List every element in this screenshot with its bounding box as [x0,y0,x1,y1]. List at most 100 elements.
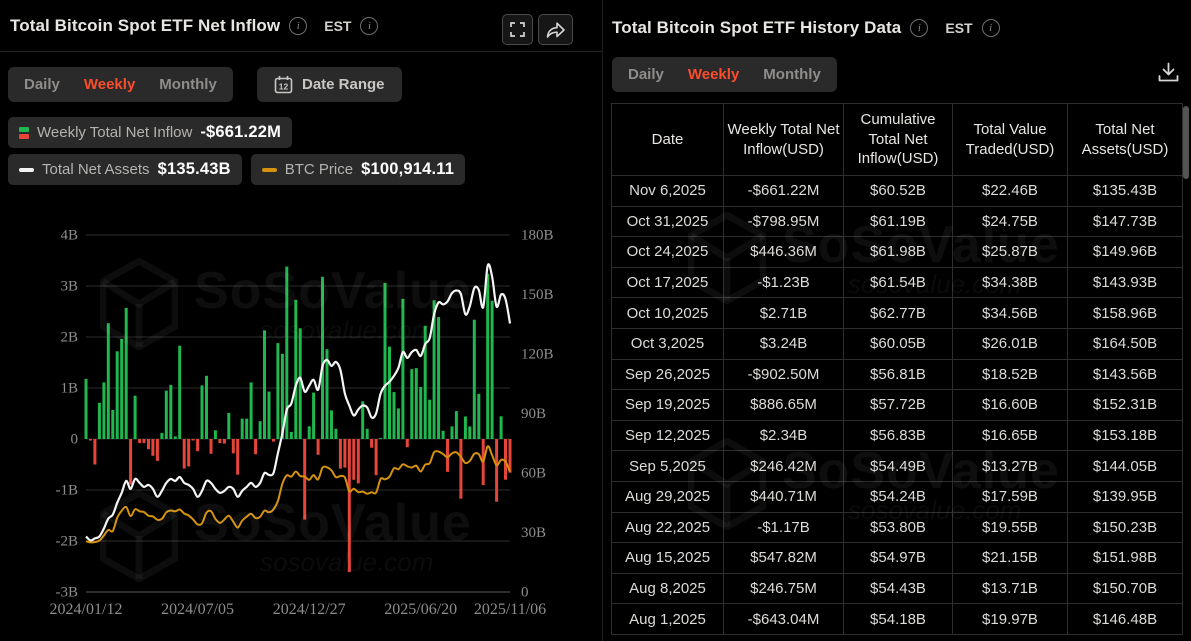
cell-date: Aug 29,2025 [611,480,724,513]
table-row: Oct 31,2025 -$798.95M $61.19B $24.75B $147.7… [611,205,1183,238]
history-title: Total Bitcoin Spot ETF History Data [612,18,902,37]
inflow-bar [138,439,142,444]
legend-btc[interactable]: BTC Price $100,914.11 [250,154,466,185]
cell-date: Oct 31,2025 [611,205,724,238]
cell-cumulative: $57.72B [843,389,953,421]
inflow-bar [182,439,186,469]
cell-traded: $19.97B [952,603,1068,635]
inflow-bar [111,409,115,439]
cell-inflow: $2.34B [723,419,844,452]
inflow-bar [187,439,191,467]
assets-swatch-icon [19,167,34,172]
cell-date: Oct 3,2025 [611,327,724,360]
cell-date: Sep 26,2025 [611,358,724,391]
inflow-bar [129,439,133,485]
share-icon [546,21,565,38]
cell-cumulative: $56.81B [843,358,953,391]
table-row: Oct 24,2025 $446.36M $61.98B $25.87B $149.96… [611,236,1183,268]
table-scrollbar-thumb[interactable] [1183,106,1189,179]
cell-date: Aug 8,2025 [611,572,724,605]
inflow-bar [120,339,124,439]
info-icon[interactable]: i [981,19,1000,37]
x-axis-label: 2024/07/05 [161,601,234,618]
inflow-bar [124,307,128,439]
inflow-bar [240,418,244,439]
table-row: Aug 15,2025 $547.82M $54.97B $21.15B $151.98… [611,542,1183,574]
right-axis-label: 90B [521,406,546,422]
col-date: Date [611,103,724,176]
table-row: Aug 1,2025 -$643.04M $54.18B $19.97B $146.48… [611,603,1183,635]
inflow-bar [267,391,271,439]
y-axis-label: 4B [60,227,78,243]
svg-text:12: 12 [279,82,289,92]
table-row: Sep 26,2025 -$902.50M $56.81B $18.52B $143.5… [611,358,1183,391]
cell-inflow: $547.82M [723,542,844,574]
cell-cumulative: $61.19B [843,205,953,238]
right-axis-label: 30B [521,525,546,541]
cell-assets: $144.05B [1067,450,1183,482]
inflow-bar [321,276,324,439]
inflow-bar [294,299,298,439]
cell-cumulative: $61.54B [843,266,953,299]
cell-traded: $19.55B [952,511,1068,544]
info-icon[interactable]: i [289,17,308,35]
cell-date: Oct 10,2025 [611,297,724,329]
inflow-bar [218,439,222,444]
tab-daily[interactable]: Daily [24,76,60,93]
inflow-bar [454,411,458,439]
download-button[interactable] [1157,61,1180,84]
history-table: Date Weekly Total Net Inflow(USD) Cumula… [611,103,1183,635]
legend-assets[interactable]: Total Net Assets $135.43B [8,154,242,185]
info-icon[interactable]: i [910,19,929,37]
inflow-bar [486,273,490,439]
total-net-assets-line [85,263,512,542]
tab-daily[interactable]: Daily [628,66,664,83]
right-axis-label: 150B [521,287,554,303]
tab-monthly[interactable]: Monthly [763,66,821,83]
inflow-bar [338,439,342,469]
inflow-bar [89,439,92,441]
tab-monthly[interactable]: Monthly [159,76,217,93]
inflow-bar [463,416,467,439]
inflow-bar [392,392,396,439]
timezone-label: EST [324,18,352,34]
cell-traded: $21.15B [952,542,1068,574]
net-inflow-chart[interactable]: 4B 3B 2B 1B 0 -1B -2B -3B 0 30B 60B 90B 120B 150B 180B… [0,203,600,633]
panel-divider [602,0,603,641]
inflow-bar [191,439,195,441]
inflow-bar [459,439,463,499]
inflow-bar [437,317,441,439]
info-icon[interactable]: i [360,17,379,35]
inflow-bar [405,439,409,448]
inflow-bar [200,385,204,439]
date-range-button[interactable]: 12 Date Range [257,67,402,102]
y-axis-label: -3B [56,584,79,600]
cell-assets: $135.43B [1067,175,1183,207]
tab-weekly[interactable]: Weekly [688,66,739,83]
cell-traded: $34.56B [952,297,1068,329]
legend-btc-label: BTC Price [284,161,354,178]
legend-inflow[interactable]: Weekly Total Net Inflow -$661.22M [8,117,293,148]
cell-assets: $164.50B [1067,327,1183,360]
col-net-assets: Total Net Assets(USD) [1067,103,1183,176]
share-button[interactable] [538,14,573,45]
cell-assets: $143.93B [1067,266,1183,299]
inflow-bar [383,282,387,439]
y-axis-label: 0 [71,431,79,447]
cell-inflow: -$1.23B [723,266,844,299]
inflow-bar [178,345,182,439]
inflow-bar [97,402,101,439]
cell-cumulative: $54.18B [843,603,953,635]
inflow-bar [495,439,499,502]
x-axis-label: 2025/06/20 [384,601,457,618]
inflow-bar [365,428,369,439]
inflow-bar [133,395,137,440]
cell-assets: $146.48B [1067,603,1183,635]
inflow-bar [272,439,275,442]
inflow-bar [370,439,374,448]
inflow-bar [93,439,97,465]
inflow-bar [115,351,119,439]
tab-weekly[interactable]: Weekly [84,76,135,93]
inflow-bar [379,438,383,439]
fullscreen-button[interactable] [502,14,533,45]
